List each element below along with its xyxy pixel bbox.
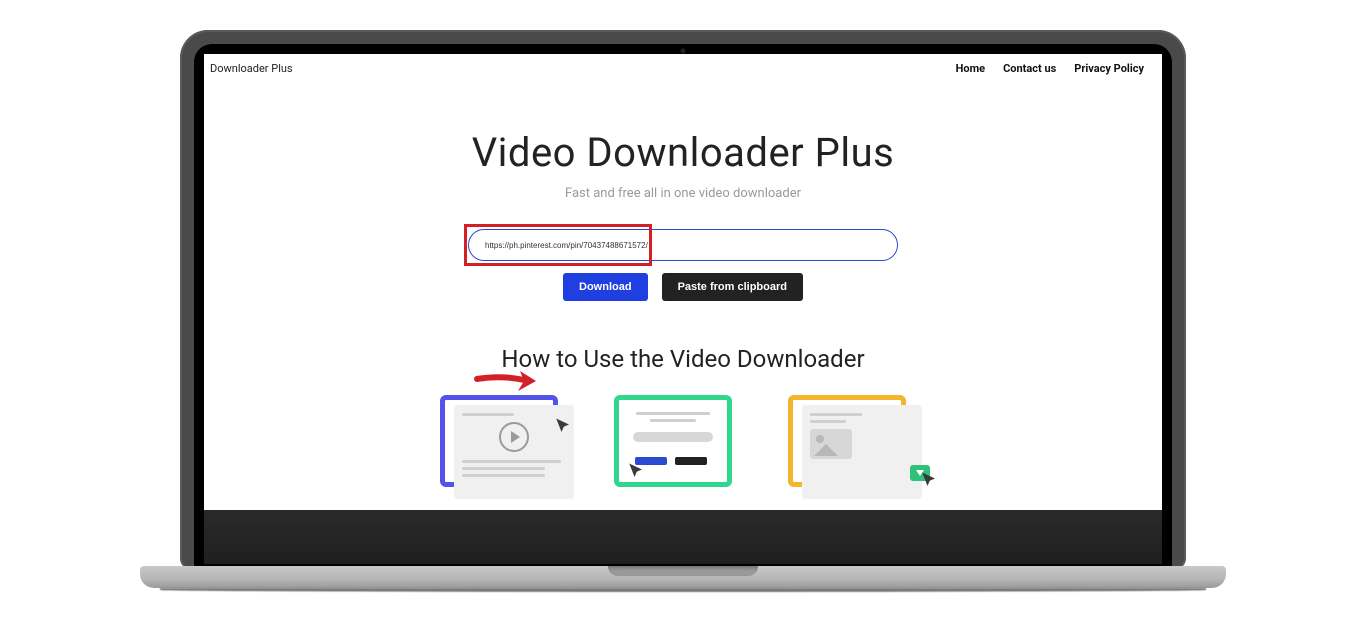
nav-privacy[interactable]: Privacy Policy [1074, 62, 1144, 75]
cursor-icon [554, 417, 572, 435]
cursor-icon [627, 462, 645, 480]
trackpad-notch-icon [608, 566, 758, 576]
paste-clipboard-button[interactable]: Paste from clipboard [662, 273, 803, 301]
image-thumbnail-icon [810, 429, 852, 459]
top-bar: Downloader Plus Home Contact us Privacy … [204, 54, 1162, 81]
brand-title: Downloader Plus [210, 62, 293, 75]
page-title: Video Downloader Plus [204, 129, 1162, 176]
url-input-row [468, 229, 898, 261]
card-body [802, 405, 922, 499]
laptop-mockup: Downloader Plus Home Contact us Privacy … [180, 30, 1186, 610]
howto-card-2 [614, 395, 752, 501]
nav-contact[interactable]: Contact us [1003, 62, 1056, 75]
howto-card-3 [788, 395, 926, 501]
hero-section: Video Downloader Plus Fast and free all … [204, 81, 1162, 501]
url-input[interactable] [468, 229, 898, 261]
webpage-screen: Downloader Plus Home Contact us Privacy … [204, 54, 1162, 510]
main-nav: Home Contact us Privacy Policy [956, 62, 1144, 75]
download-button[interactable]: Download [563, 273, 648, 301]
button-row: Download Paste from clipboard [204, 273, 1162, 301]
laptop-body: Downloader Plus Home Contact us Privacy … [180, 30, 1186, 570]
cursor-icon [920, 471, 938, 489]
laptop-chin [204, 510, 1162, 564]
howto-title: How to Use the Video Downloader [204, 345, 1162, 373]
laptop-base [180, 566, 1186, 598]
card-body [454, 405, 574, 499]
page-subtitle: Fast and free all in one video downloade… [204, 186, 1162, 201]
play-icon [499, 422, 529, 452]
laptop-bezel: Downloader Plus Home Contact us Privacy … [194, 44, 1172, 570]
mini-paste-icon [675, 457, 707, 465]
nav-home[interactable]: Home [956, 62, 985, 75]
card-frame-icon [614, 395, 732, 487]
howto-cards [204, 395, 1162, 501]
howto-card-1 [440, 395, 578, 501]
